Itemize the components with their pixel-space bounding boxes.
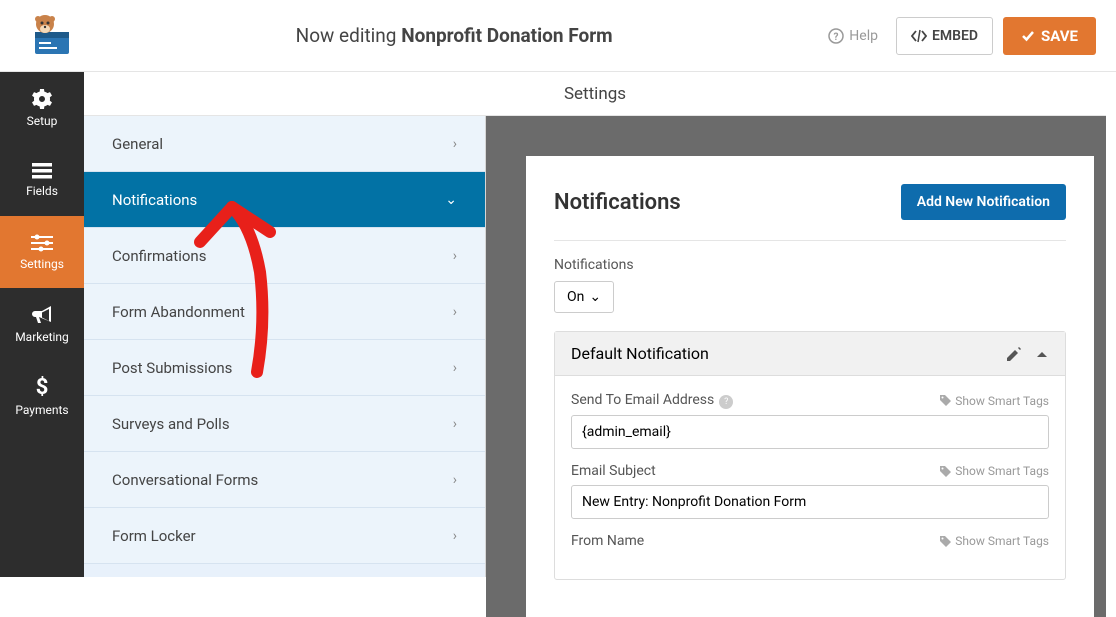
- embed-button[interactable]: EMBED: [896, 17, 993, 55]
- sidebar-item-setup[interactable]: Setup: [0, 72, 84, 144]
- notification-card-actions: [1007, 347, 1049, 361]
- bullhorn-icon: [31, 305, 53, 325]
- form-name: Nonprofit Donation Form: [401, 24, 612, 47]
- save-label: SAVE: [1041, 27, 1078, 45]
- sidebar-item-label: Fields: [26, 184, 58, 198]
- settings-menu-form-abandonment[interactable]: Form Abandonment ›: [84, 284, 485, 340]
- sliders-icon: [31, 234, 53, 252]
- gear-icon: [32, 89, 52, 109]
- add-notification-button[interactable]: Add New Notification: [901, 184, 1066, 220]
- field-label-text: Email Subject: [571, 463, 656, 479]
- chevron-down-icon: ⌄: [445, 192, 457, 208]
- settings-menu-label: Surveys and Polls: [112, 415, 230, 433]
- sidebar-item-label: Settings: [20, 257, 64, 271]
- sidebar-item-settings[interactable]: Settings: [0, 216, 84, 288]
- settings-menu-post-submissions[interactable]: Post Submissions ›: [84, 340, 485, 396]
- send-to-input[interactable]: [571, 415, 1049, 449]
- chevron-right-icon: ›: [453, 360, 457, 376]
- list-icon: [32, 163, 52, 179]
- settings-menu-label: Post Submissions: [112, 359, 232, 377]
- settings-menu-conversational-forms[interactable]: Conversational Forms ›: [84, 452, 485, 508]
- settings-menu-label: Form Abandonment: [112, 303, 245, 321]
- field-label-text: Send To Email Address?: [571, 392, 733, 409]
- settings-menu-label: Confirmations: [112, 247, 206, 265]
- panel-title: Notifications: [554, 190, 681, 215]
- sidebar-item-marketing[interactable]: Marketing: [0, 288, 84, 360]
- sidebar-item-payments[interactable]: $ Payments: [0, 360, 84, 432]
- chevron-right-icon: ›: [453, 248, 457, 264]
- field-label-row: Email Subject Show Smart Tags: [571, 463, 1049, 479]
- chevron-right-icon: ›: [453, 416, 457, 432]
- chevron-up-icon[interactable]: [1035, 347, 1049, 361]
- notifications-panel: Notifications Add New Notification Notif…: [526, 156, 1094, 617]
- notification-card-header: Default Notification: [555, 332, 1065, 376]
- chevron-right-icon: ›: [453, 528, 457, 544]
- topbar-actions: ? Help EMBED SAVE: [828, 17, 1096, 55]
- sidebar-item-label: Payments: [15, 403, 68, 417]
- help-link[interactable]: ? Help: [828, 28, 878, 44]
- app-logo: [20, 11, 80, 61]
- panel-header: Notifications Add New Notification: [554, 184, 1066, 241]
- notifications-toggle-label: Notifications: [554, 257, 1066, 273]
- sidebar-item-label: Marketing: [15, 330, 69, 344]
- field-label-text: From Name: [571, 533, 644, 549]
- save-button[interactable]: SAVE: [1003, 17, 1096, 55]
- chevron-right-icon: ›: [453, 304, 457, 320]
- svg-text:?: ?: [834, 32, 839, 43]
- help-label: Help: [849, 28, 878, 44]
- field-from-name: From Name Show Smart Tags: [571, 533, 1049, 549]
- settings-menu-surveys-polls[interactable]: Surveys and Polls ›: [84, 396, 485, 452]
- settings-menu-label: Form Locker: [112, 527, 196, 545]
- smart-tags-link[interactable]: Show Smart Tags: [940, 394, 1049, 408]
- settings-menu-general[interactable]: General ›: [84, 116, 485, 172]
- dollar-icon: $: [35, 376, 49, 398]
- tag-icon: [940, 466, 951, 477]
- svg-text:$: $: [36, 376, 49, 398]
- notification-name: Default Notification: [571, 344, 709, 363]
- settings-menu-confirmations[interactable]: Confirmations ›: [84, 228, 485, 284]
- field-email-subject: Email Subject Show Smart Tags: [571, 463, 1049, 519]
- editing-prefix: Now editing: [296, 24, 402, 47]
- chevron-right-icon: ›: [453, 472, 457, 488]
- editing-title: Now editing Nonprofit Donation Form: [80, 24, 828, 47]
- field-send-to: Send To Email Address? Show Smart Tags: [571, 392, 1049, 449]
- check-icon: [1021, 29, 1035, 43]
- smart-tags-link[interactable]: Show Smart Tags: [940, 464, 1049, 478]
- help-icon[interactable]: ?: [719, 395, 733, 409]
- sidebar: Setup Fields Settings Marketing $ Paymen…: [0, 72, 84, 577]
- notifications-toggle[interactable]: On ⌄: [554, 281, 614, 313]
- tag-icon: [940, 536, 951, 547]
- settings-menu-label: General: [112, 135, 163, 153]
- settings-menu-label: Notifications: [112, 191, 197, 209]
- help-icon: ?: [828, 28, 844, 44]
- settings-menu-label: Conversational Forms: [112, 471, 258, 489]
- main-area: Notifications Add New Notification Notif…: [486, 116, 1106, 617]
- subject-input[interactable]: [571, 485, 1049, 519]
- settings-header: Settings: [84, 72, 1106, 116]
- chevron-down-icon: ⌄: [589, 289, 601, 305]
- smart-tags-link[interactable]: Show Smart Tags: [940, 534, 1049, 548]
- notification-card-body: Send To Email Address? Show Smart Tags E…: [555, 376, 1065, 579]
- pencil-icon[interactable]: [1007, 347, 1021, 361]
- code-icon: [911, 29, 927, 43]
- notification-card: Default Notification Send To Email Addre…: [554, 331, 1066, 580]
- tag-icon: [940, 395, 951, 406]
- toggle-value: On: [567, 289, 584, 305]
- embed-label: EMBED: [932, 28, 978, 44]
- settings-menu: General › Notifications ⌄ Confirmations …: [84, 116, 486, 577]
- field-label-row: Send To Email Address? Show Smart Tags: [571, 392, 1049, 409]
- chevron-right-icon: ›: [453, 136, 457, 152]
- field-label-row: From Name Show Smart Tags: [571, 533, 1049, 549]
- settings-menu-notifications[interactable]: Notifications ⌄: [84, 172, 485, 228]
- sidebar-item-label: Setup: [27, 114, 58, 128]
- topbar: Now editing Nonprofit Donation Form ? He…: [0, 0, 1116, 72]
- settings-menu-form-locker[interactable]: Form Locker ›: [84, 508, 485, 564]
- sidebar-item-fields[interactable]: Fields: [0, 144, 84, 216]
